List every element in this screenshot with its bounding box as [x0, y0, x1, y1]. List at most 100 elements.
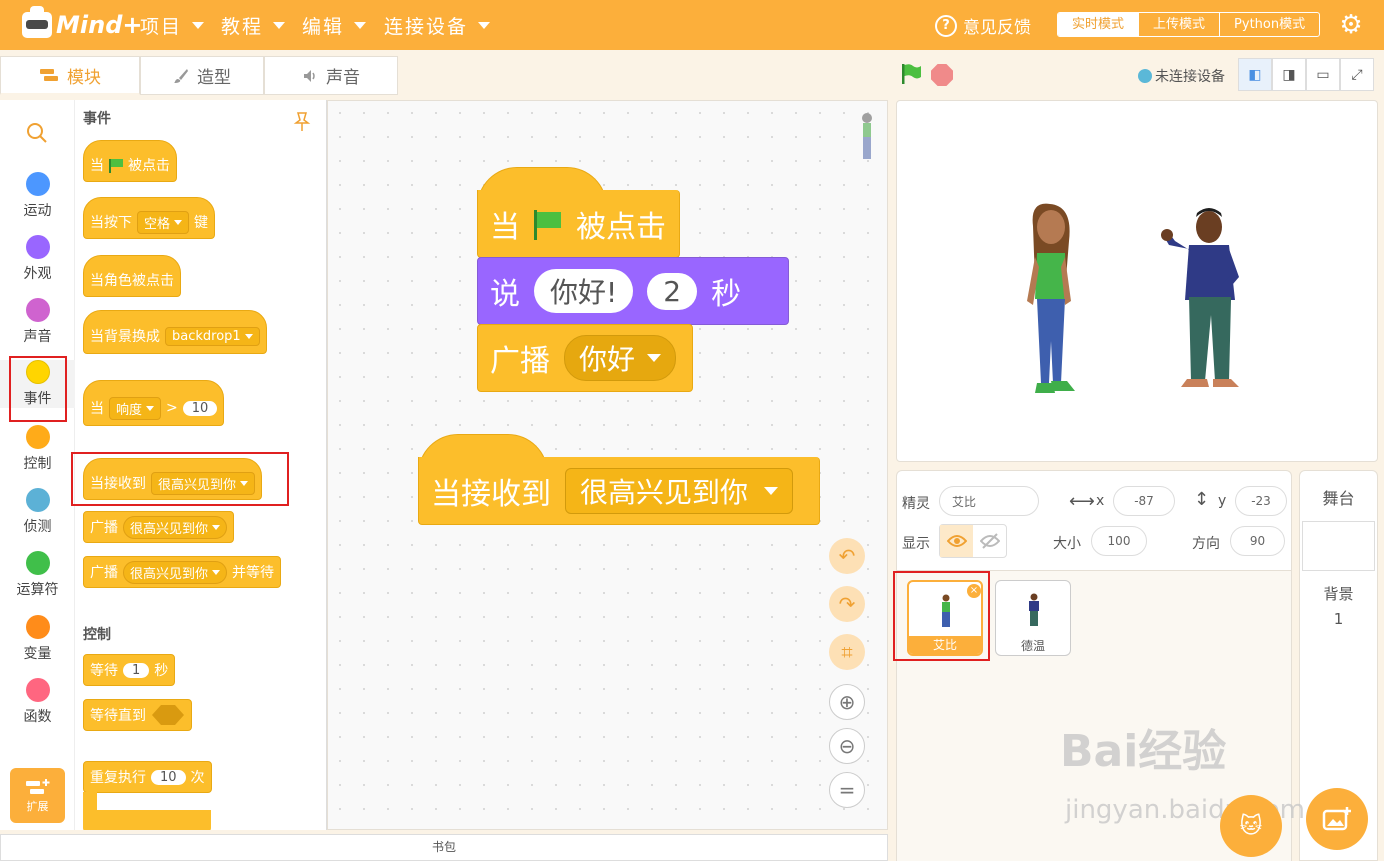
- block-text: 当接收到: [431, 476, 551, 512]
- seconds-input[interactable]: 2: [647, 272, 698, 310]
- block-text: 被点击: [128, 158, 170, 174]
- pin-icon[interactable]: [293, 112, 311, 132]
- green-flag-icon[interactable]: [900, 63, 922, 85]
- status-dot-icon: [1138, 69, 1152, 83]
- size-input[interactable]: 100: [1091, 526, 1147, 556]
- block-when-loudness[interactable]: 当响度 >10: [83, 380, 225, 426]
- key-dropdown[interactable]: 空格: [137, 210, 190, 234]
- menu-edit[interactable]: 编辑: [302, 0, 367, 50]
- category-motion[interactable]: 运动: [0, 172, 75, 220]
- block-repeat[interactable]: 重复执行 10 次: [83, 761, 212, 793]
- x-input[interactable]: -87: [1113, 486, 1175, 516]
- tab-label: 造型: [197, 68, 231, 88]
- number-input[interactable]: 10: [151, 769, 186, 785]
- undo-button[interactable]: ↶: [829, 538, 865, 574]
- mode-upload-button[interactable]: 上传模式: [1138, 13, 1219, 36]
- category-variables[interactable]: 变量: [0, 615, 75, 663]
- category-dot: [25, 678, 50, 702]
- category-sound[interactable]: 声音: [0, 298, 75, 346]
- category-functions[interactable]: 函数: [0, 678, 75, 726]
- menu-project[interactable]: 项目: [140, 0, 205, 50]
- zoom-reset-button[interactable]: =: [829, 772, 865, 808]
- size-label: 大小: [1053, 536, 1081, 552]
- show-button[interactable]: [940, 525, 973, 557]
- category-looks[interactable]: 外观: [0, 235, 75, 283]
- boolean-slot-icon[interactable]: [151, 704, 185, 726]
- block-when-flag-clicked[interactable]: 当 被点击: [83, 140, 177, 182]
- category-dot: [25, 172, 50, 196]
- block-when-backdrop-switches[interactable]: 当背景换成 backdrop1: [83, 310, 267, 354]
- ws-block-when-receive[interactable]: 当接收到 很高兴见到你: [418, 457, 820, 525]
- message-dropdown[interactable]: 很高兴见到你: [123, 560, 228, 584]
- menu-tutorial[interactable]: 教程: [221, 0, 286, 50]
- stage-canvas[interactable]: [896, 100, 1378, 462]
- tab-label: 模块: [67, 67, 101, 88]
- mode-realtime-button[interactable]: 实时模式: [1058, 13, 1139, 36]
- direction-input[interactable]: 90: [1230, 526, 1285, 556]
- repeat-block-arm: [83, 792, 97, 810]
- block-wait-until[interactable]: 等待直到: [83, 699, 192, 731]
- stage-thumbnail[interactable]: [1302, 521, 1375, 571]
- sensor-dropdown[interactable]: 响度: [109, 396, 162, 420]
- backdrop-dropdown[interactable]: backdrop1: [165, 326, 260, 346]
- ws-block-broadcast[interactable]: 广播 你好: [477, 324, 693, 392]
- number-input[interactable]: 1: [123, 662, 150, 678]
- block-broadcast-and-wait[interactable]: 广播 很高兴见到你 并等待: [83, 556, 282, 588]
- message-dropdown[interactable]: 你好: [564, 335, 677, 381]
- category-control[interactable]: 控制: [0, 425, 75, 473]
- sprite-abby[interactable]: [1015, 201, 1085, 406]
- extension-icon: [26, 779, 50, 794]
- sprite-thumb-devin[interactable]: 德温: [995, 580, 1071, 656]
- block-text: 秒: [154, 663, 169, 679]
- mode-python-button[interactable]: Python模式: [1219, 13, 1319, 36]
- chevron-down-icon: [174, 219, 183, 225]
- block-text: 等待: [90, 663, 118, 679]
- normal-stage-button[interactable]: ◨: [1272, 58, 1306, 91]
- stop-button[interactable]: [931, 64, 953, 86]
- layout-large-icon: ▭: [1316, 66, 1330, 83]
- message-dropdown[interactable]: 很高兴见到你: [123, 515, 228, 539]
- ws-block-say-for-secs[interactable]: 说你好! 2 秒: [477, 257, 789, 325]
- say-text-input[interactable]: 你好!: [534, 269, 634, 313]
- category-label: 控制: [23, 456, 52, 472]
- block-when-sprite-clicked[interactable]: 当角色被点击: [83, 255, 181, 297]
- backpack-bar[interactable]: 书包: [0, 834, 888, 861]
- sprite-devin[interactable]: [1159, 205, 1254, 395]
- block-broadcast[interactable]: 广播 很高兴见到你: [83, 511, 235, 543]
- menu-connect-device[interactable]: 连接设备: [384, 0, 491, 50]
- number-input[interactable]: 10: [182, 400, 218, 416]
- y-input[interactable]: -23: [1235, 486, 1287, 516]
- category-operators[interactable]: 运算符: [0, 551, 75, 599]
- sprite-name-input[interactable]: 艾比: [939, 486, 1039, 516]
- tab-sounds[interactable]: 声音: [264, 56, 398, 95]
- category-sensing[interactable]: 侦测: [0, 488, 75, 536]
- ws-block-when-flag-clicked[interactable]: 当 被点击: [477, 190, 680, 258]
- crop-button[interactable]: ⌗: [829, 634, 865, 670]
- palette-section-title: 控制: [83, 627, 111, 643]
- redo-button[interactable]: ↷: [829, 586, 865, 622]
- watermark-logo: Bai经验: [1060, 726, 1227, 777]
- large-stage-button[interactable]: ▭: [1306, 58, 1340, 91]
- dropdown-value: 响度: [116, 402, 143, 418]
- zoom-out-button[interactable]: ⊖: [829, 728, 865, 764]
- message-dropdown[interactable]: 很高兴见到你: [565, 467, 794, 514]
- connection-label: 未连接设备: [1155, 69, 1225, 85]
- zoom-out-icon: ⊖: [838, 734, 856, 758]
- small-stage-button[interactable]: ◧: [1238, 58, 1272, 91]
- tab-blocks[interactable]: 模块: [0, 56, 140, 95]
- feedback-button[interactable]: ? 意见反馈: [935, 13, 1031, 38]
- search-icon[interactable]: [26, 122, 48, 144]
- extension-button[interactable]: 扩展: [10, 768, 65, 823]
- cat-icon: 🐱: [1239, 813, 1263, 839]
- block-when-key-pressed[interactable]: 当按下 空格 键: [83, 197, 216, 239]
- block-text: 广播: [490, 344, 550, 379]
- add-sprite-button[interactable]: 🐱: [1220, 795, 1282, 857]
- fullscreen-button[interactable]: ⤢: [1340, 58, 1374, 91]
- zoom-in-button[interactable]: ⊕: [829, 684, 865, 720]
- add-backdrop-button[interactable]: [1306, 788, 1368, 850]
- gear-icon[interactable]: ⚙: [1337, 11, 1365, 39]
- block-wait-seconds[interactable]: 等待 1 秒: [83, 654, 176, 686]
- tab-costumes[interactable]: 造型: [140, 56, 264, 95]
- question-icon: ?: [935, 14, 957, 37]
- hide-button[interactable]: [973, 525, 1006, 557]
